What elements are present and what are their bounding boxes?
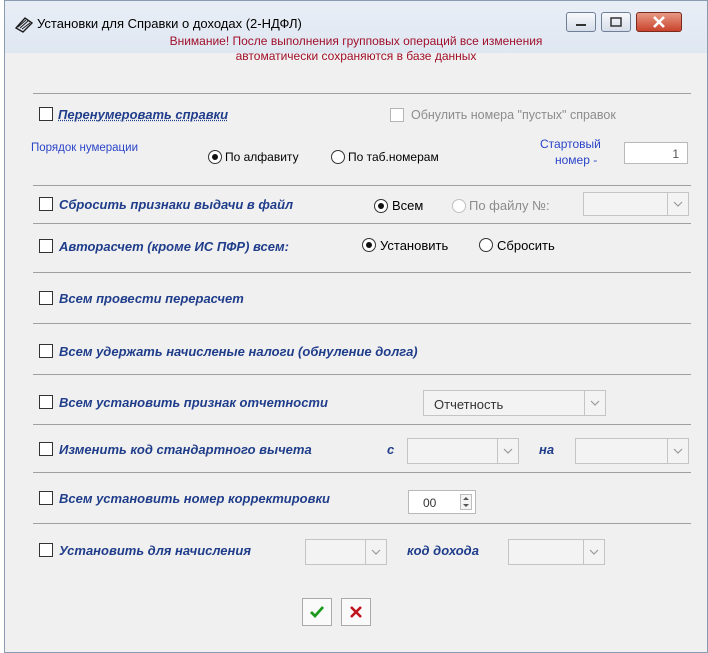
dialog-window: Установки для Справки о доходах (2-НДФЛ)… <box>4 0 708 653</box>
renumber-checkbox[interactable] <box>39 107 53 121</box>
deduction-from-label: с <box>387 442 395 457</box>
renumber-label: Перенумеровать справки <box>58 107 229 122</box>
chevron-down-icon <box>673 201 683 207</box>
ok-button[interactable] <box>302 598 332 626</box>
start-number-field[interactable]: 1 <box>624 142 688 164</box>
notice-line-1: Внимание! После выполнения групповых опе… <box>169 34 543 48</box>
divider <box>33 185 691 186</box>
cancel-button[interactable] <box>341 598 371 626</box>
radio-by-file-label: По файлу №: <box>469 198 550 213</box>
autocalc-label: Авторасчет (кроме ИС ПФР) всем: <box>59 239 289 254</box>
start-number-value: 1 <box>672 147 679 161</box>
accrual-combo[interactable] <box>305 539 387 565</box>
correction-value: 00 <box>423 496 437 510</box>
deduction-checkbox[interactable] <box>39 442 53 456</box>
spin-buttons[interactable] <box>460 494 472 510</box>
divider <box>33 323 691 324</box>
accrual-checkbox[interactable] <box>39 543 53 557</box>
radio-set-label: Установить <box>380 238 449 253</box>
maximize-icon <box>610 17 622 27</box>
maximize-button[interactable] <box>601 12 631 32</box>
withhold-label: Всем удержать начисленые налоги (обнулен… <box>59 344 418 359</box>
checkmark-icon <box>310 606 325 619</box>
start-number-label-2: номер - <box>555 153 598 167</box>
radio-tab-number-label: По таб.номерам <box>348 150 439 164</box>
radio-alphabet[interactable] <box>208 150 222 164</box>
divider <box>33 523 691 524</box>
chevron-down-icon <box>673 448 683 454</box>
start-number-label-1: Стартовый <box>540 137 601 151</box>
chevron-down-icon <box>590 400 600 406</box>
radio-by-file[interactable] <box>452 199 466 213</box>
divider <box>33 223 691 224</box>
deduction-from-combo[interactable] <box>407 438 519 464</box>
correction-spinbox[interactable]: 00 <box>408 490 476 514</box>
withhold-checkbox[interactable] <box>39 344 53 358</box>
autocalc-checkbox[interactable] <box>39 239 53 253</box>
income-code-combo[interactable] <box>508 539 605 565</box>
report-flag-combo-value: Отчетность <box>434 397 504 412</box>
chevron-down-icon <box>589 549 599 555</box>
cross-icon <box>350 606 362 618</box>
deduction-to-combo[interactable] <box>575 438 689 464</box>
correction-label: Всем установить номер корректировки <box>59 491 330 506</box>
reset-empty-label: Обнулить номера "пустых" справок <box>411 108 616 122</box>
divider <box>33 374 691 375</box>
radio-reset-label: Сбросить <box>497 238 555 253</box>
divider <box>33 472 691 473</box>
radio-set[interactable] <box>362 238 376 252</box>
window-title: Установки для Справки о доходах (2-НДФЛ) <box>37 16 302 31</box>
radio-all[interactable] <box>374 199 388 213</box>
app-icon <box>14 17 34 33</box>
deduction-label: Изменить код стандартного вычета <box>59 442 312 457</box>
report-flag-combo[interactable]: Отчетность <box>423 390 606 416</box>
report-flag-label: Всем установить признак отчетности <box>59 395 328 410</box>
minimize-icon <box>576 24 586 26</box>
radio-alphabet-label: По алфавиту <box>225 150 299 164</box>
file-number-combo[interactable] <box>583 192 689 216</box>
reset-issue-label: Сбросить признаки выдачи в файл <box>59 197 294 212</box>
radio-all-label: Всем <box>392 198 424 213</box>
correction-checkbox[interactable] <box>39 491 53 505</box>
divider <box>33 272 691 273</box>
close-button[interactable] <box>636 12 682 32</box>
numbering-order-label: Порядок нумерации <box>31 142 138 154</box>
divider <box>33 424 691 425</box>
accrual-label: Установить для начисления <box>59 543 251 558</box>
radio-reset[interactable] <box>479 238 493 252</box>
report-flag-checkbox[interactable] <box>39 395 53 409</box>
minimize-button[interactable] <box>566 12 596 32</box>
divider <box>33 93 691 94</box>
reset-issue-checkbox[interactable] <box>39 197 53 211</box>
spin-arrows-icon <box>463 497 469 507</box>
recalc-checkbox[interactable] <box>39 291 53 305</box>
radio-tab-number[interactable] <box>331 150 345 164</box>
deduction-to-label: на <box>539 442 555 457</box>
income-code-label: код дохода <box>407 543 479 558</box>
chevron-down-icon <box>503 448 513 454</box>
reset-empty-checkbox[interactable] <box>390 108 404 122</box>
chevron-down-icon <box>371 549 381 555</box>
close-icon <box>653 16 665 28</box>
recalc-label: Всем провести перерасчет <box>59 291 244 306</box>
notice-line-2: автоматически сохраняются в базе данных <box>235 49 477 63</box>
